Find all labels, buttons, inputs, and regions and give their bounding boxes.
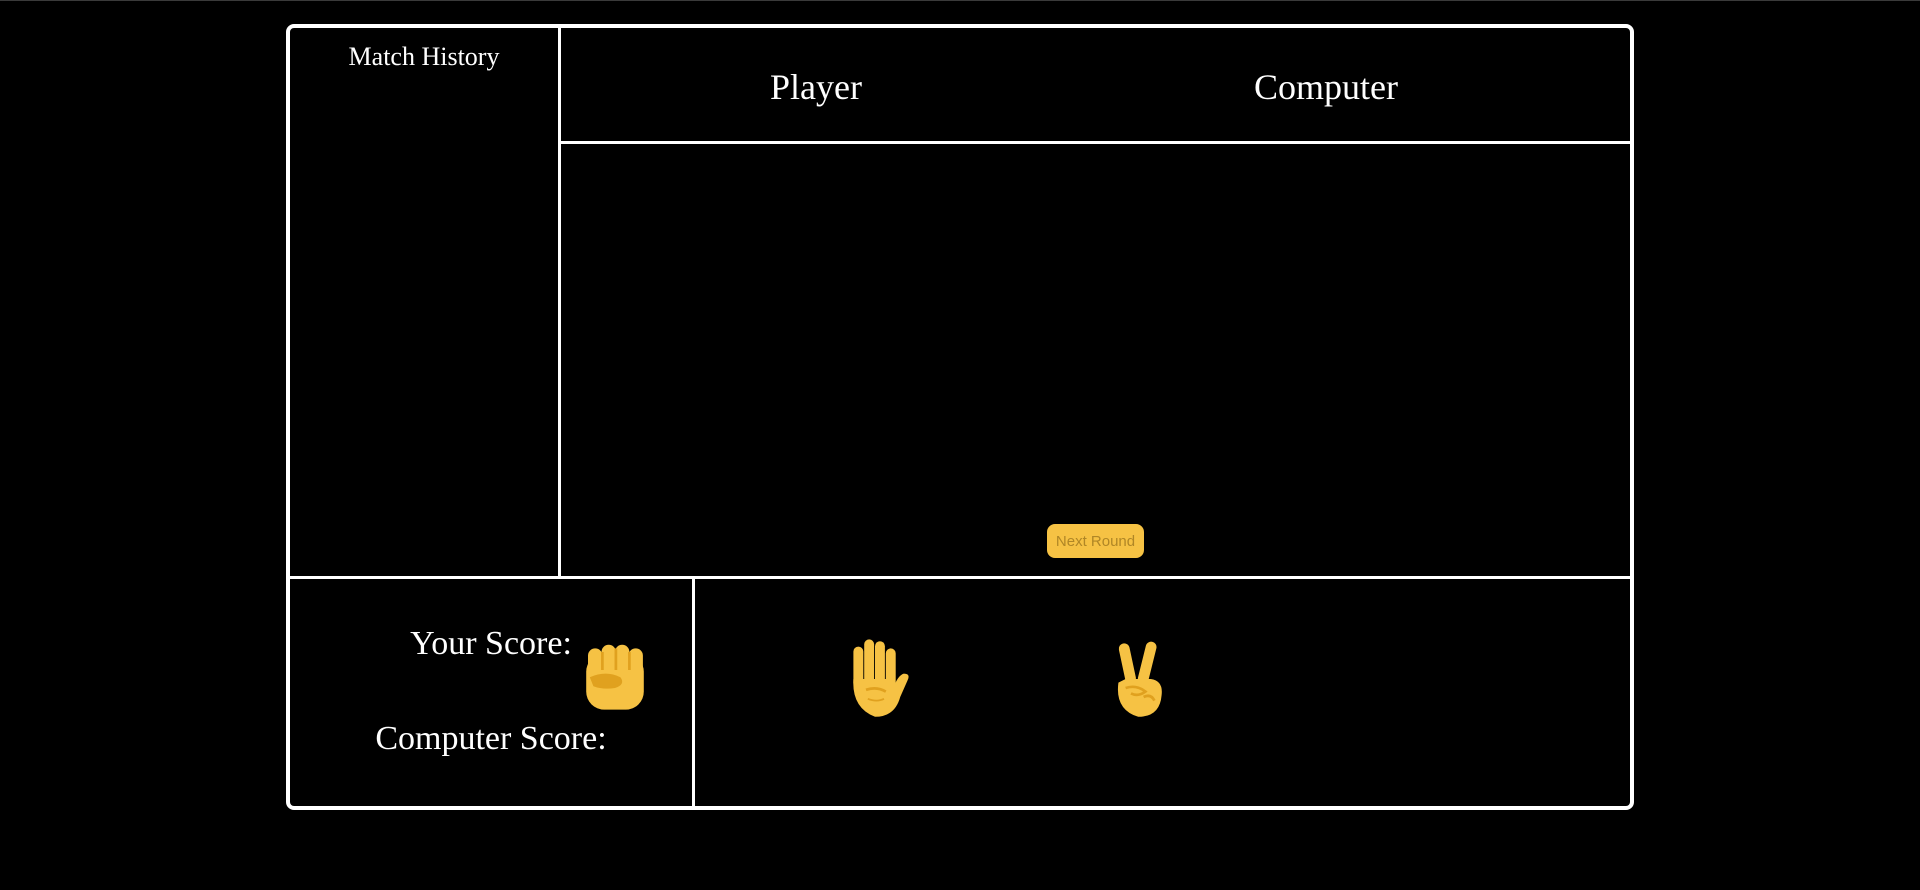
game-board: Match History Player Computer Next Round…	[286, 24, 1634, 810]
top-divider	[0, 0, 1920, 1]
raised-fist-icon	[586, 644, 644, 710]
raised-hand-icon	[853, 639, 909, 717]
next-round-button[interactable]: Next Round	[1047, 524, 1144, 558]
player-label: Player	[770, 67, 862, 107]
match-history-title: Match History	[348, 42, 500, 71]
score-divider	[692, 576, 695, 806]
computer-label: Computer	[1254, 67, 1398, 107]
paper-button[interactable]	[820, 624, 930, 734]
victory-hand-icon	[1117, 641, 1162, 717]
scissors-button[interactable]	[1085, 624, 1195, 734]
battle-arena	[561, 144, 1630, 576]
rock-button[interactable]	[560, 624, 670, 734]
